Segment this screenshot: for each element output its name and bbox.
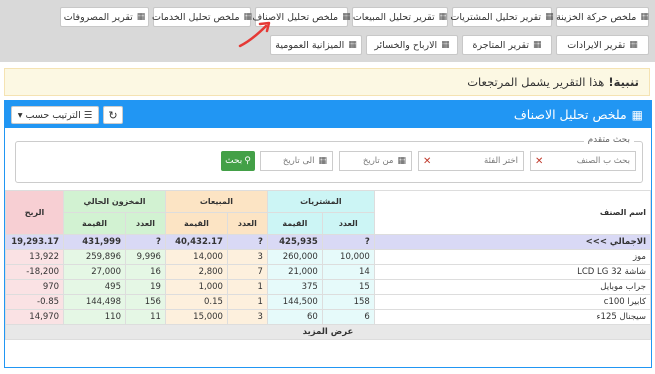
search-icon: ⚲: [244, 156, 251, 166]
table-icon: ▦: [438, 12, 448, 22]
table-icon: ▦: [136, 12, 146, 22]
sort-dropdown[interactable]: ☰ الترتيب حسب ▾: [11, 106, 99, 124]
table-row: جراب موبايل 15 375 1 1,000 19 495 970: [4, 279, 652, 295]
tab-profit-loss[interactable]: ▦ الارباح والخسائر: [366, 35, 458, 55]
col-stock-count: العدد: [124, 212, 166, 235]
search-button[interactable]: ⚲ بحث: [221, 151, 255, 171]
calendar-icon: ▦: [397, 156, 406, 166]
table-row: كابيرا c100 158 144,500 1 0.15 156 144,4…: [4, 294, 652, 310]
panel-header: ▦ ملخص تحليل الاصناف ↻ ☰ الترتيب حسب ▾: [5, 101, 651, 128]
table-icon: ▦: [640, 12, 649, 22]
table-icon: ▦: [342, 12, 351, 22]
category-select[interactable]: اختر الفئة ✕: [418, 151, 524, 171]
col-item-name: اسم الصنف: [373, 190, 652, 235]
item-search-field[interactable]: بحث ب الصنف ✕: [530, 151, 636, 171]
refresh-icon: ↻: [108, 108, 118, 122]
tab-expenses[interactable]: ▦ تقرير المصروفات: [60, 7, 149, 27]
table-icon: ▦: [631, 107, 643, 122]
items-table: اسم الصنف المشتريات المبيعات المخزون الح…: [4, 190, 652, 340]
clear-icon[interactable]: ✕: [535, 156, 543, 167]
show-more-button[interactable]: عرض المزيد: [5, 324, 651, 340]
alert-text: هذا التقرير يشمل المرتجعات: [467, 75, 605, 89]
tab-sales[interactable]: ▦ تقرير تحليل المبيعات: [352, 7, 448, 27]
col-stock-value: القيمة: [63, 212, 126, 235]
refresh-button[interactable]: ↻: [103, 106, 123, 124]
tab-trading[interactable]: ▦ تقرير المتاجرة: [462, 35, 552, 55]
col-sell-value: القيمة: [164, 212, 228, 235]
advanced-search-legend: بحث متقدم: [583, 135, 634, 145]
table-row: موز 10,000 260,000 3 14,000 9,996 259,89…: [4, 249, 652, 265]
table-row: سيجنال 125ء 6 60 3 15,000 11 110 14,970: [4, 309, 652, 325]
clear-icon[interactable]: ✕: [423, 156, 431, 167]
table-icon: ▦: [545, 12, 554, 22]
tab-treasury[interactable]: ▦ ملخص حركة الخزينة: [556, 7, 649, 27]
report-tabs-bar: ▦ ملخص حركة الخزينة ▦ تقرير تحليل المشتريا…: [0, 0, 655, 62]
advanced-search: بحث متقدم بحث ب الصنف ✕ اختر الفئة ✕ ▦ م…: [15, 135, 643, 183]
col-group-purchases: المشتريات: [266, 190, 375, 213]
caret-down-icon: ▾: [17, 109, 23, 121]
from-date-field[interactable]: ▦ من تاريخ: [339, 151, 412, 171]
table-icon: ▦: [441, 40, 450, 50]
alert-strong: تنبية!: [608, 75, 639, 89]
table-icon: ▦: [629, 40, 638, 50]
total-row: الاجمالي >>> ? 425,935 ? 40,432.17 ? 431…: [4, 234, 652, 250]
tab-purchases[interactable]: ▦ تقرير تحليل المشتريات: [450, 7, 554, 27]
table-icon: ▦: [348, 40, 357, 50]
panel-title: ملخص تحليل الاصناف: [513, 107, 627, 122]
calendar-icon: ▦: [318, 156, 327, 166]
to-date-field[interactable]: ▦ الى تاريخ: [260, 151, 333, 171]
col-group-stock: المخزون الحالي: [63, 190, 166, 213]
list-icon: ☰: [83, 109, 93, 121]
table-row: شاشة LCD LG 32 14 21,000 7 2,800 16 27,0…: [4, 264, 652, 280]
returns-alert: تنبية! هذا التقرير يشمل المرتجعات: [4, 68, 650, 96]
col-buy-value: القيمة: [266, 212, 323, 235]
tab-balance[interactable]: ▦ الميزانية العمومية: [270, 35, 362, 55]
col-group-sales: المبيعات: [164, 190, 268, 213]
tab-revenue[interactable]: ▦ تقرير الايرادات: [556, 35, 649, 55]
items-analysis-panel: ▦ ملخص تحليل الاصناف ↻ ☰ الترتيب حسب ▾ ب…: [4, 100, 652, 368]
red-arrow-annotation: [238, 21, 271, 48]
col-buy-count: العدد: [321, 212, 375, 235]
col-profit: الربح: [4, 190, 65, 235]
table-icon: ▦: [532, 40, 542, 50]
show-more-row[interactable]: عرض المزيد: [5, 324, 651, 340]
col-sell-count: العدد: [226, 212, 268, 235]
